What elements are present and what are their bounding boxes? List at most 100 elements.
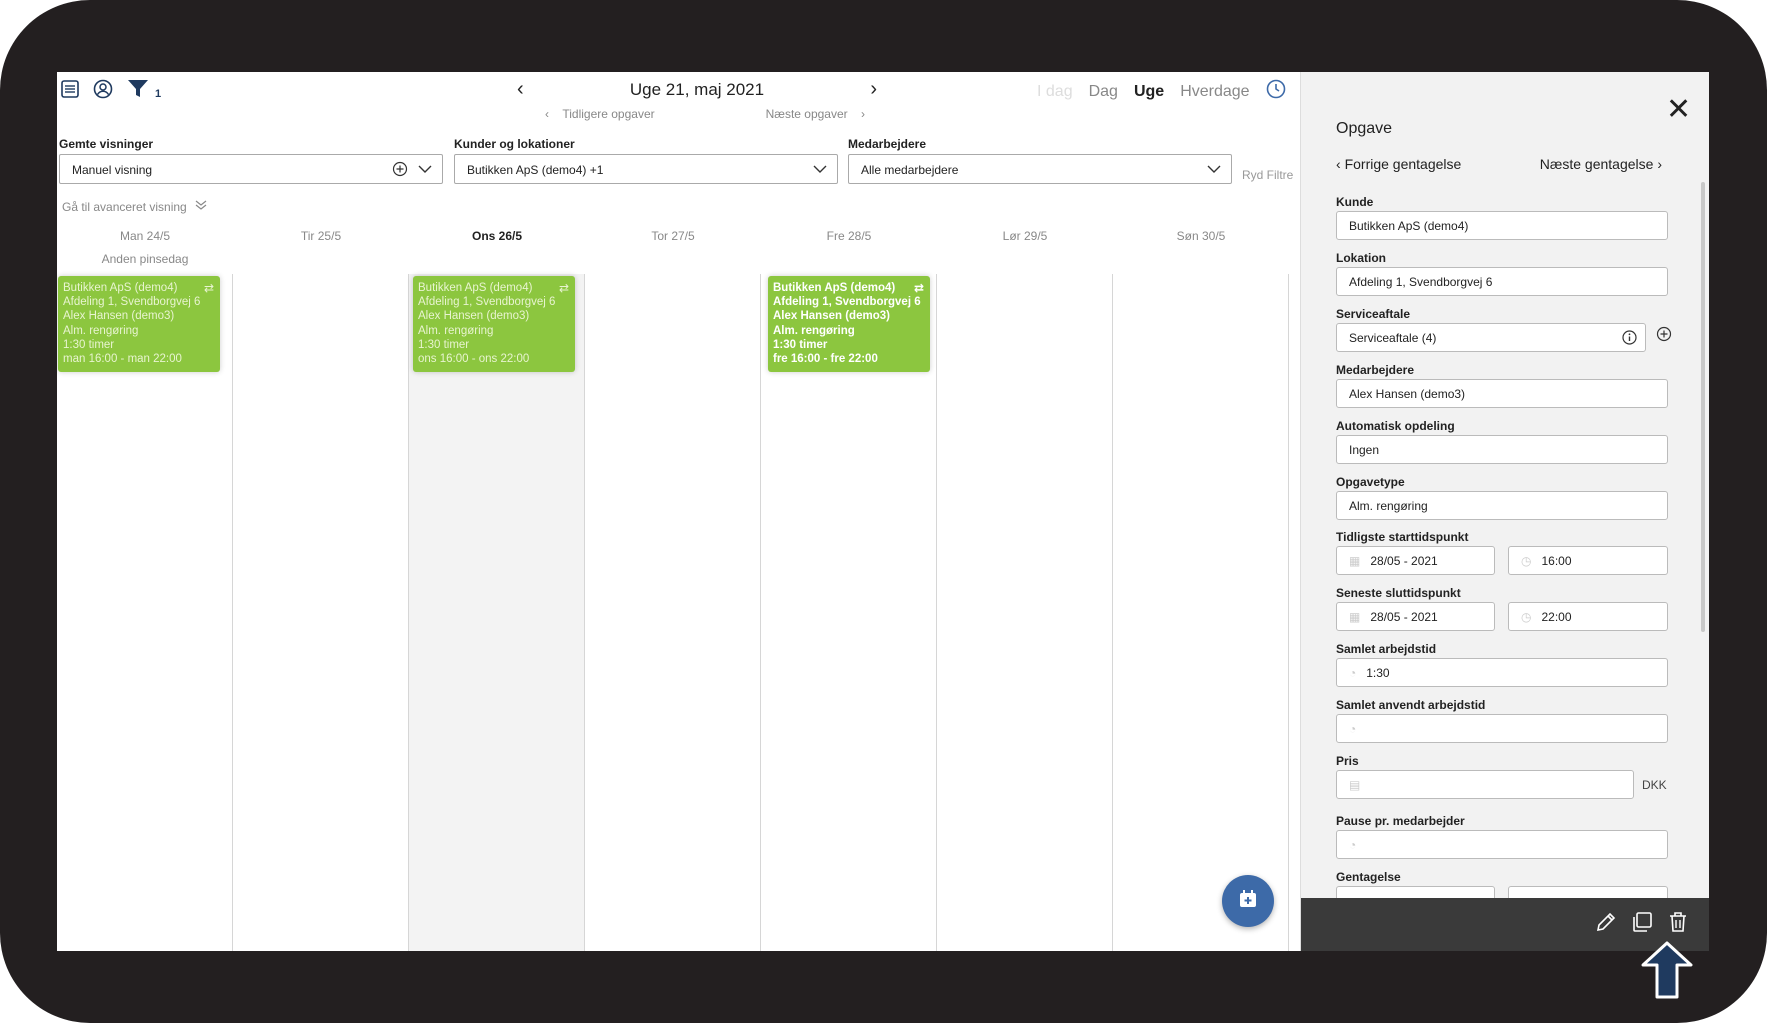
start-date-field[interactable]: ▦ 28/05 - 2021: [1336, 546, 1495, 575]
day-header-thu: Tor 27/5: [651, 229, 695, 243]
event-time: man 16:00 - man 22:00: [63, 353, 182, 366]
task-navigation: ‹ Tidligere opgaver Næste opgaver ›: [545, 107, 865, 121]
day-header-fri: Fre 28/5: [826, 229, 872, 243]
event-customer: Butikken ApS (demo4): [63, 282, 178, 294]
chevron-down-icon: [813, 161, 827, 180]
task-event[interactable]: ⇄ Butikken ApS (demo4) Afdeling 1, Svend…: [58, 276, 220, 372]
week-grid: ⇄ Butikken ApS (demo4) Afdeling 1, Svend…: [57, 274, 1299, 951]
next-tasks-link[interactable]: Næste opgaver ›: [766, 107, 865, 121]
location-field[interactable]: Afdeling 1, Svendborgvej 6: [1336, 267, 1668, 296]
customers-value: Butikken ApS (demo4) +1: [467, 163, 604, 177]
start-date-value: 28/05 - 2021: [1370, 554, 1438, 568]
filter-count-badge: 1: [155, 88, 162, 100]
view-today-button[interactable]: I dag: [1037, 83, 1073, 101]
auto-split-field[interactable]: Ingen: [1336, 435, 1668, 464]
price-label: Pris: [1336, 754, 1359, 768]
employees-label: Medarbejdere: [1336, 363, 1415, 377]
task-type-field[interactable]: Alm. rengøring: [1336, 491, 1668, 520]
service-agreement-label: Serviceaftale: [1336, 307, 1411, 321]
next-recurrence-link[interactable]: Næste gentagelse ›: [1540, 156, 1662, 172]
money-icon: ▤: [1349, 778, 1361, 792]
start-time-field[interactable]: ◷ 16:00: [1508, 546, 1668, 575]
stopwatch-icon: ◔: [1349, 666, 1357, 680]
pause-label: Pause pr. medarbejder: [1336, 814, 1465, 828]
repeat-icon: ⇄: [558, 281, 569, 295]
event-time: fre 16:00 - fre 22:00: [773, 353, 878, 366]
used-worktime-label: Samlet anvendt arbejdstid: [1336, 698, 1486, 712]
event-duration: 1:30 timer: [63, 338, 115, 351]
auto-split-label: Automatisk opdeling: [1336, 419, 1455, 433]
day-column-tue[interactable]: [233, 274, 409, 951]
prev-week-icon[interactable]: ‹: [517, 78, 524, 101]
customers-label: Kunder og lokationer: [454, 137, 575, 151]
view-week-button[interactable]: Uge: [1134, 83, 1164, 101]
clock-icon: ◷: [1521, 554, 1532, 568]
event-type: Alm. rengøring: [773, 324, 855, 337]
end-date-field[interactable]: ▦ 28/05 - 2021: [1336, 602, 1495, 631]
view-day-button[interactable]: Dag: [1089, 83, 1118, 101]
stopwatch-icon: ◔: [1349, 722, 1357, 736]
menu-list-icon[interactable]: [61, 80, 79, 98]
customers-select[interactable]: Butikken ApS (demo4) +1: [454, 154, 838, 184]
price-field[interactable]: ▤: [1336, 770, 1634, 799]
info-icon[interactable]: [1622, 330, 1637, 348]
event-type: Alm. rengøring: [63, 324, 139, 337]
event-employee: Alex Hansen (demo3): [418, 310, 530, 323]
user-icon[interactable]: [93, 79, 113, 99]
next-week-icon[interactable]: ›: [870, 78, 877, 101]
service-agreement-field[interactable]: Serviceaftale (4): [1336, 323, 1646, 352]
end-time-field[interactable]: ◷ 22:00: [1508, 602, 1668, 631]
add-task-button[interactable]: [1222, 875, 1274, 927]
day-column-wed[interactable]: [409, 274, 585, 951]
employees-select[interactable]: Alle medarbejdere: [848, 154, 1232, 184]
prev-tasks-link[interactable]: ‹ Tidligere opgaver: [545, 107, 655, 121]
add-view-icon[interactable]: [392, 161, 408, 180]
day-column-fri[interactable]: [761, 274, 937, 951]
clock-icon: ◷: [1521, 610, 1532, 624]
task-event-selected[interactable]: ⇄ Butikken ApS (demo4) Afdeling 1, Svend…: [768, 276, 930, 372]
day-column-sat[interactable]: [937, 274, 1113, 951]
week-navigation: ‹ Uge 21, maj 2021 ›: [517, 78, 877, 101]
top-toolbar: 1: [61, 78, 161, 100]
add-service-agreement-icon[interactable]: [1656, 326, 1672, 347]
copy-icon[interactable]: [1630, 910, 1654, 939]
clock-icon[interactable]: [1266, 79, 1286, 104]
pointer-arrow-icon: [1640, 941, 1694, 1004]
day-header-mon: Man 24/5: [119, 229, 171, 243]
view-switcher: I dag Dag Uge Hverdage: [1037, 79, 1286, 104]
total-worktime-value: 1:30: [1366, 666, 1390, 680]
location-label: Lokation: [1336, 251, 1386, 265]
event-location: Afdeling 1, Svendborgvej 6: [63, 296, 201, 309]
event-customer: Butikken ApS (demo4): [773, 282, 896, 294]
calendar-plus-icon: [1238, 889, 1258, 914]
prev-recurrence-link[interactable]: ‹ Forrige gentagelse: [1336, 156, 1461, 172]
clear-filters-button[interactable]: Ryd Filtre: [1242, 168, 1293, 182]
service-agreement-value: Serviceaftale (4): [1349, 331, 1437, 345]
total-worktime-field[interactable]: ◔ 1:30: [1336, 658, 1668, 687]
filter-icon[interactable]: [127, 79, 149, 99]
day-column-sun[interactable]: [1113, 274, 1289, 951]
edit-pencil-icon[interactable]: [1594, 910, 1618, 939]
employees-field[interactable]: Alex Hansen (demo3): [1336, 379, 1668, 408]
end-date-value: 28/05 - 2021: [1370, 610, 1438, 624]
event-duration: 1:30 timer: [418, 338, 470, 351]
close-icon[interactable]: ✕: [1666, 92, 1691, 127]
view-weekdays-button[interactable]: Hverdage: [1180, 83, 1249, 101]
day-header-tue: Tir 25/5: [300, 229, 342, 243]
saved-views-select[interactable]: Manuel visning: [59, 154, 443, 184]
advanced-view-link[interactable]: Gå til avanceret visning: [62, 199, 207, 214]
advanced-view-label: Gå til avanceret visning: [62, 199, 187, 214]
stopwatch-icon: ◔: [1349, 838, 1357, 852]
panel-scrollbar[interactable]: [1701, 182, 1705, 632]
task-event[interactable]: ⇄ Butikken ApS (demo4) Afdeling 1, Svend…: [413, 276, 575, 372]
trash-icon[interactable]: [1666, 910, 1690, 939]
holiday-label: Anden pinsedag: [101, 252, 189, 266]
pause-field[interactable]: ◔: [1336, 830, 1668, 859]
day-column-mon[interactable]: [57, 274, 233, 951]
calendar-icon: ▦: [1349, 610, 1361, 624]
day-column-thu[interactable]: [585, 274, 761, 951]
event-employee: Alex Hansen (demo3): [63, 310, 175, 323]
used-worktime-field[interactable]: ◔: [1336, 714, 1668, 743]
event-duration: 1:30 timer: [773, 338, 828, 351]
customer-field[interactable]: Butikken ApS (demo4): [1336, 211, 1668, 240]
